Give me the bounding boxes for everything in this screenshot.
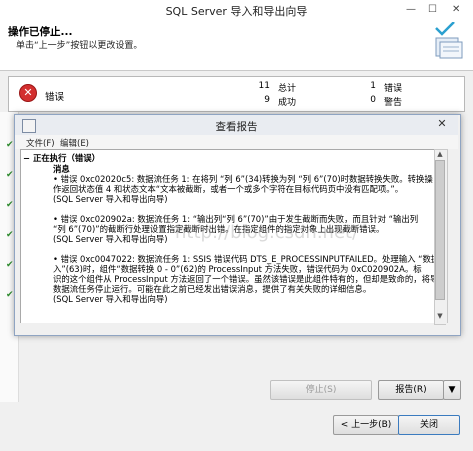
page-subtitle: 单击“上一步”按钮以更改设置。 (16, 41, 143, 51)
total-count: 11 (258, 81, 270, 91)
resize-grip-icon[interactable] (446, 323, 458, 333)
success-check-icon: ✔ (6, 290, 14, 300)
page-title: 操作已停止... (8, 26, 73, 38)
success-check-icon: ✔ (6, 260, 14, 270)
success-check-icon: ✔ (6, 140, 14, 150)
report-dropdown-icon[interactable]: ▼ (443, 380, 461, 400)
scrollbar-thumb[interactable] (435, 160, 445, 300)
back-button[interactable]: < 上一步(B) (333, 415, 399, 435)
report-line: (SQL Server 导入和导出向导) (53, 234, 168, 244)
success-label: 成功 (278, 98, 297, 108)
minimize-button[interactable]: — (406, 4, 416, 15)
success-check-icon: ✔ (6, 200, 14, 210)
watermark: http://blog.csdn.net/ (175, 222, 359, 243)
report-document-icon (22, 119, 36, 133)
section-title: 正在执行（错误） (33, 153, 100, 163)
window-titlebar: SQL Server 导入和导出向导 — ☐ ✕ (0, 0, 473, 21)
report-dialog-titlebar: 查看报告 (15, 115, 458, 136)
report-line: • 错误 0xc02020c5: 数据流任务 1: 在将列 “列 6”(34)转… (53, 174, 433, 184)
report-line: • 错误 0xc0047022: 数据流任务 1: SSIS 错误代码 DTS_… (53, 254, 436, 264)
success-check-icon: ✔ (6, 170, 14, 180)
report-line: 数据流任务停止运行。可能在此之前已经发出错误消息，提供了有关失败的详细信息。 (53, 284, 372, 294)
total-label: 总计 (278, 84, 297, 94)
horizontal-scrollbar[interactable] (20, 323, 434, 333)
menu-edit[interactable]: 编辑(E) (60, 137, 89, 149)
report-line: (SQL Server 导入和导出向导) (53, 294, 168, 304)
warning-count: 0 (370, 95, 376, 105)
status-label: 错误 (45, 92, 65, 103)
close-window-button[interactable]: ✕ (452, 4, 460, 15)
scroll-up-icon[interactable]: ▲ (435, 150, 445, 158)
error-label: 错误 (384, 84, 403, 94)
report-line: 作返回状态值 4 和状态文本“文本被截断，或者一个或多个字符在目标代码页中没有匹… (53, 184, 404, 194)
error-icon: ✕ (19, 84, 37, 102)
stop-button[interactable]: 停止(S) (270, 380, 372, 400)
error-count: 1 (370, 81, 376, 91)
warning-label: 警告 (384, 98, 403, 108)
maximize-button[interactable]: ☐ (428, 4, 437, 15)
menu-file[interactable]: 文件(F) (26, 137, 55, 149)
success-count: 9 (264, 95, 270, 105)
window-title: SQL Server 导入和导出向导 (165, 5, 308, 18)
section-subtitle: 消息 (53, 164, 70, 174)
report-button[interactable]: 报告(R) (378, 380, 444, 400)
report-dialog-title: 查看报告 (215, 121, 258, 133)
scroll-down-icon[interactable]: ▼ (435, 312, 445, 320)
close-icon[interactable]: ✕ (429, 116, 455, 132)
success-check-icon: ✔ (6, 230, 14, 240)
collapse-icon[interactable]: − (23, 153, 30, 163)
report-line: (SQL Server 导入和导出向导) (53, 194, 168, 204)
close-button[interactable]: 关闭 (398, 415, 460, 435)
wizard-icon (435, 22, 463, 59)
report-line: 入”(63)时，组件“数据转换 0 - 0”(62)的 ProcessInput… (53, 264, 422, 274)
report-line: 识的这个组件从 ProcessInput 方法返回了一个错误。虽然该错误是此组件… (53, 274, 436, 284)
